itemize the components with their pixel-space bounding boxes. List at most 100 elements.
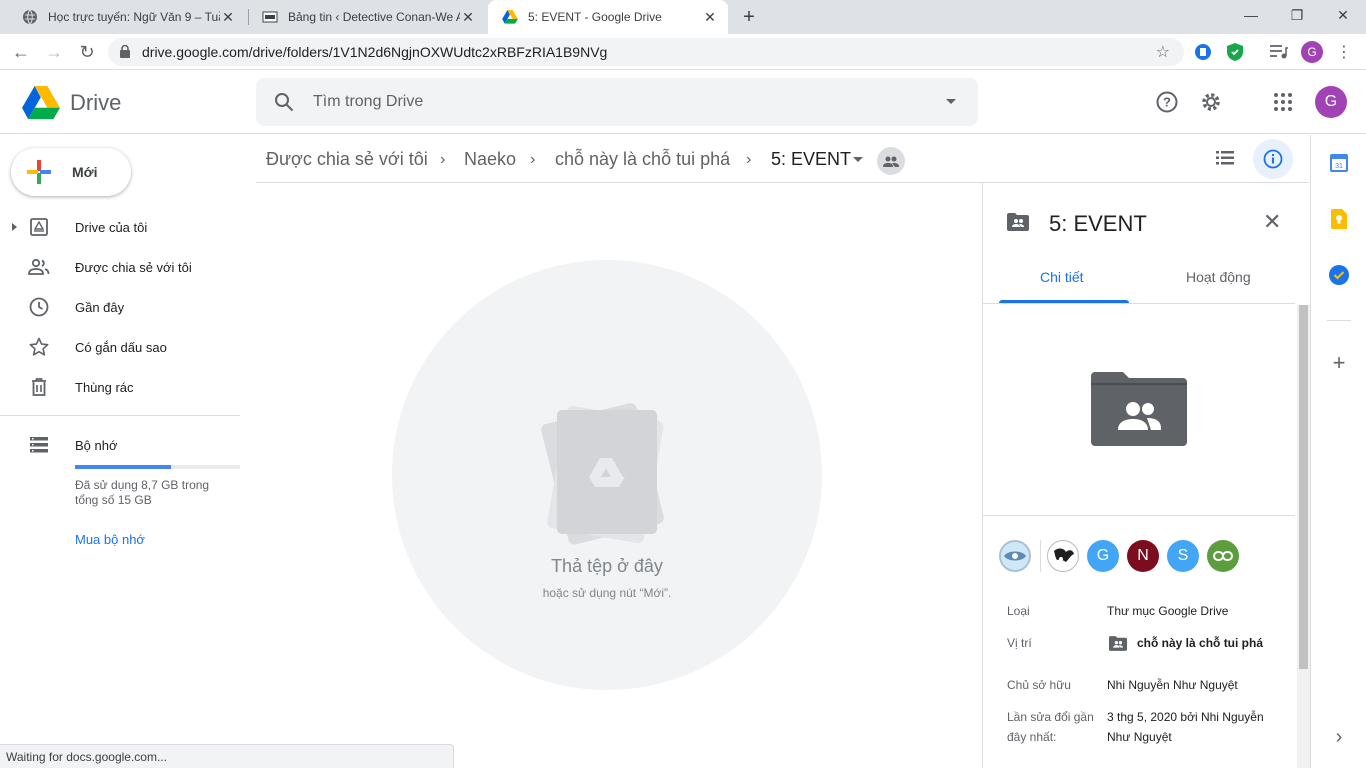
breadcrumb-item[interactable]: Được chia sẻ với tôi [266,149,428,170]
sidebar-divider [0,415,240,416]
owner-separator [1040,540,1041,572]
sidebar-item-label: Drive của tôi [75,219,148,235]
settings-gear-icon[interactable] [1199,90,1223,114]
shared-folder-icon [1007,213,1029,236]
search-icon[interactable] [274,92,294,112]
tab-title: Bảng tin ‹ Detective Conan-We A [288,10,460,24]
trash-icon [28,376,50,398]
search-input[interactable]: Tìm trong Drive [256,78,978,126]
drive-logo[interactable]: Drive [22,86,121,120]
back-arrow-icon[interactable]: ← [8,39,34,65]
lock-icon [120,45,130,58]
folder-menu-dropdown-icon[interactable] [853,157,863,162]
browser-tab[interactable]: Học trực tuyến: Ngữ Văn 9 – Tuầ ✕ [8,0,246,34]
restore-icon[interactable]: ❐ [1274,0,1320,30]
keep-icon[interactable] [1329,209,1349,229]
chevron-right-icon: › [530,151,536,168]
help-icon[interactable]: ? [1155,90,1179,114]
sidebar-item-label: Được chia sẻ với tôi [75,259,192,275]
drop-zone-title: Thả tệp ở đây [551,556,663,576]
storage-icon [28,434,50,456]
tab-details[interactable]: Chi tiết [1040,269,1084,285]
breadcrumb-item[interactable]: Naeko [464,149,516,170]
sidebar-item-recent[interactable]: Gần đây [0,287,240,327]
sharer-avatar[interactable]: G [1087,540,1119,572]
app-name: Drive [70,90,122,115]
sharer-avatar[interactable] [1047,540,1079,572]
reload-icon[interactable]: ↻ [74,39,100,65]
account-avatar[interactable]: G [1315,86,1347,118]
plus-icon [27,160,51,184]
close-tab-icon[interactable]: ✕ [702,9,718,26]
expand-caret-icon[interactable] [12,223,17,231]
browser-tab-active[interactable]: 5: EVENT - Google Drive ✕ [488,0,728,34]
shared-folder-badge-icon[interactable] [877,147,905,175]
menu-kebab-icon[interactable]: ⋮ [1334,42,1354,62]
preview-divider [983,515,1295,516]
bookmark-star-icon[interactable]: ☆ [1156,42,1170,62]
sidebar-item-label: Gần đây [75,299,125,315]
extension-icon[interactable] [1193,42,1213,62]
svg-text:?: ? [1163,95,1171,110]
tab-title: Học trực tuyến: Ngữ Văn 9 – Tuầ [48,10,220,24]
addons-divider [1327,320,1351,321]
apps-grid-icon[interactable] [1271,90,1295,114]
globe-icon [22,9,38,25]
drive-header: Drive Tìm trong Drive ? G [0,70,1366,134]
sharer-avatar[interactable] [999,540,1031,572]
media-queue-icon[interactable] [1269,42,1289,62]
forward-arrow-icon[interactable]: → [41,39,67,65]
detail-value-location[interactable]: chỗ này là chỗ tui phá [1137,633,1263,653]
details-title: 5: EVENT [1049,211,1147,236]
star-icon [28,336,50,358]
chevron-right-icon: › [746,151,752,168]
breadcrumb-item[interactable]: chỗ này là chỗ tui phá [555,149,730,170]
new-tab-icon[interactable]: + [738,6,760,28]
sidebar-item-label: Bộ nhớ [75,437,118,453]
detail-value-owner: Nhi Nguyễn Như Nguyệt [1107,678,1238,692]
tab-title: 5: EVENT - Google Drive [528,10,662,24]
browser-tab[interactable]: Bảng tin ‹ Detective Conan-We A ✕ [248,0,486,34]
search-options-dropdown-icon[interactable] [946,99,956,104]
list-view-icon[interactable] [1216,151,1234,170]
breadcrumb-current-folder[interactable]: 5: EVENT [771,149,851,170]
detail-label-type: Loại [1007,604,1030,618]
tabs-divider [983,303,1295,304]
sidebar-item-my-drive[interactable]: Drive của tôi [0,207,240,247]
calendar-icon[interactable]: 31 [1329,153,1349,173]
tab-activity[interactable]: Hoạt động [1186,269,1251,285]
close-panel-icon[interactable]: ✕ [1263,209,1281,235]
buy-storage-link[interactable]: Mua bộ nhớ [75,532,145,547]
drop-zone-subtitle: hoặc sử dụng nút “Mới”. [542,586,672,600]
add-addon-plus-icon[interactable]: + [1329,350,1349,375]
new-button-label: Mới [72,164,98,180]
tasks-icon[interactable] [1329,265,1349,285]
sidebar-item-shared-with-me[interactable]: Được chia sẻ với tôi [0,247,240,287]
browser-tab-strip: Học trực tuyến: Ngữ Văn 9 – Tuầ ✕ Bảng t… [0,0,1366,34]
sidebar-item-starred[interactable]: Có gắn dấu sao [0,327,240,367]
sidebar-item-trash[interactable]: Thùng rác [0,367,240,407]
info-details-icon[interactable] [1253,139,1293,179]
address-bar[interactable]: drive.google.com/drive/folders/1V1N2d6Ng… [108,38,1184,66]
scrollbar-thumb[interactable] [1299,305,1308,669]
detail-label-location: Vị trí [1007,636,1032,650]
sharer-avatar[interactable]: N [1127,540,1159,572]
details-panel: 5: EVENT ✕ Chi tiết Hoạt động G N S Loại… [982,183,1310,768]
new-button[interactable]: Mới [11,148,131,196]
empty-drop-zone[interactable]: Thả tệp ở đây hoặc sử dụng nút “Mới”. [392,260,822,690]
shield-icon[interactable] [1225,42,1245,62]
sidebar-item-storage[interactable]: Bộ nhớ [0,425,240,465]
minimize-icon[interactable]: — [1228,0,1274,30]
close-tab-icon[interactable]: ✕ [460,9,476,26]
url-text: drive.google.com/drive/folders/1V1N2d6Ng… [142,44,608,60]
sharer-avatar[interactable]: S [1167,540,1199,572]
profile-avatar[interactable]: G [1301,41,1323,63]
window-close-icon[interactable]: ✕ [1320,0,1366,30]
close-tab-icon[interactable]: ✕ [220,9,236,26]
storage-usage-fill [75,465,171,469]
addons-rail: 31 + › [1310,135,1366,768]
empty-files-illustration-icon [541,403,664,545]
expand-panel-chevron-icon[interactable]: › [1329,726,1349,748]
drive-logo-icon [22,86,60,120]
share-link-icon[interactable] [1207,540,1239,572]
